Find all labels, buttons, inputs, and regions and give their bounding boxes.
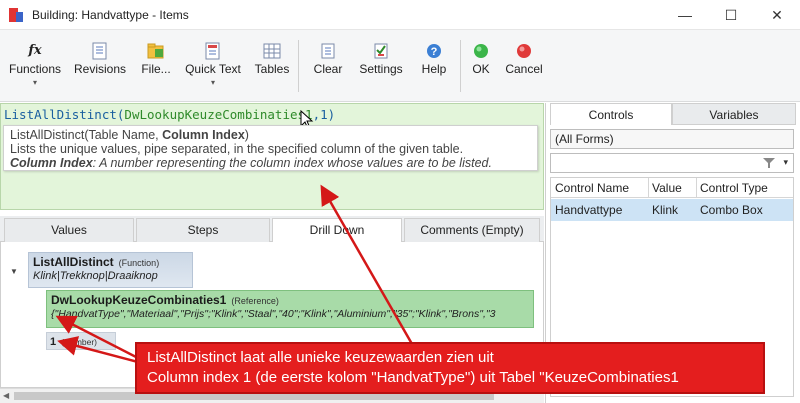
tooltip-param-desc: : A number representing the column index… (92, 156, 492, 170)
column-control-name[interactable]: Control Name (555, 181, 629, 195)
quick-text-dropdown-icon: ▾ (210, 78, 215, 87)
help-icon: ? (424, 42, 444, 60)
ok-button[interactable]: OK (466, 38, 496, 98)
number-node-value: 1 (50, 336, 57, 348)
column-value[interactable]: Value (652, 181, 682, 195)
tab-steps[interactable]: Steps (136, 218, 270, 242)
tab-comments[interactable]: Comments (Empty) (404, 218, 540, 242)
tables-button[interactable]: Tables (252, 38, 292, 98)
row-value: Klink (652, 203, 679, 217)
expression-argument: DwLookupKeuzeCombinaties1 (124, 107, 313, 122)
window-title: Building: Handvattype - Items (32, 8, 189, 22)
tooltip-sig-func: ListAllDistinct(Table Name, (10, 128, 163, 142)
revisions-icon (90, 42, 110, 60)
tooltip-description: Lists the unique values, pipe separated,… (10, 142, 464, 156)
filter-icon[interactable] (763, 157, 775, 172)
function-node-type: (Function) (118, 258, 160, 268)
app-icon (9, 8, 23, 22)
revisions-label: Revisions (73, 62, 127, 76)
number-node[interactable]: 1 (Number) (46, 332, 116, 350)
function-node-title: ListAllDistinct (33, 255, 114, 269)
tab-variables[interactable]: Variables (672, 103, 796, 125)
collapse-icon[interactable]: ▼ (10, 267, 18, 276)
annotation-line-2: Column index 1 (de eerste kolom "Handvat… (147, 369, 679, 386)
cancel-label: Cancel (505, 62, 543, 76)
number-node-type: (Number) (61, 337, 98, 347)
bottom-tabstrip: Values Steps Drill Down Comments (Empty) (0, 216, 544, 243)
functions-label: Functions (8, 62, 62, 76)
settings-icon (371, 42, 391, 60)
scroll-left-icon[interactable]: ◀ (3, 391, 9, 400)
tooltip-signature: ListAllDistinct(Table Name, Column Index… (10, 128, 531, 142)
help-label: Help (421, 62, 447, 76)
tooltip-param: Column Index: A number representing the … (10, 156, 531, 170)
tab-drill-down[interactable]: Drill Down (272, 218, 402, 243)
functions-dropdown-icon: ▾ (32, 78, 37, 87)
tab-values[interactable]: Values (4, 218, 134, 242)
grid-header: Control Name Value Control Type (551, 178, 793, 198)
tables-icon (262, 42, 282, 60)
function-node[interactable]: ListAllDistinct (Function) Klink|Trekknop… (28, 252, 193, 288)
filter-dropdown-icon[interactable]: ▾ (783, 157, 788, 168)
reference-node-value: {"HandvatType","Materiaal","Prijs";"Klin… (51, 308, 496, 320)
reference-node-title: DwLookupKeuzeCombinaties1 (51, 293, 227, 307)
tab-controls[interactable]: Controls (550, 103, 672, 125)
ok-icon (471, 42, 491, 60)
function-tooltip: ListAllDistinct(Table Name, Column Index… (3, 125, 538, 171)
cancel-icon (514, 42, 534, 60)
reference-node[interactable]: DwLookupKeuzeCombinaties1 (Reference) {"H… (46, 290, 534, 328)
cancel-button[interactable]: Cancel (502, 38, 546, 98)
help-button[interactable]: ? Help (414, 38, 454, 98)
fx-icon: fx (28, 43, 42, 58)
annotation-line-1: ListAllDistinct laat alle unieke keuzewa… (147, 349, 494, 366)
table-row[interactable]: Handvattype Klink Combo Box (551, 199, 793, 221)
tables-label: Tables (254, 62, 290, 76)
tooltip-param-name: Column Index (10, 156, 93, 170)
title-bar: Building: Handvattype - Items — ☐ ✕ (0, 0, 800, 30)
functions-button[interactable]: fx Functions ▾ (4, 38, 66, 98)
expression-rest: ,1) (312, 107, 336, 122)
svg-text:?: ? (431, 46, 438, 58)
revisions-button[interactable]: Revisions (72, 38, 128, 98)
minimize-button[interactable]: — (662, 0, 708, 30)
ribbon-separator (298, 40, 299, 92)
column-divider (696, 178, 697, 198)
settings-label: Settings (359, 62, 403, 76)
close-button[interactable]: ✕ (754, 0, 800, 30)
clear-label: Clear (313, 62, 343, 76)
forms-select[interactable]: (All Forms) (550, 129, 794, 149)
tooltip-sig-param: Column Index (162, 128, 245, 142)
quick-text-label: Quick Text (185, 62, 241, 76)
clear-button[interactable]: Clear (308, 38, 348, 98)
reference-node-type: (Reference) (231, 296, 279, 306)
clear-icon (318, 42, 338, 60)
row-control-name: Handvattype (555, 203, 623, 217)
column-control-type[interactable]: Control Type (700, 181, 768, 195)
row-control-type: Combo Box (700, 203, 763, 217)
file-label: File... (141, 62, 171, 76)
expression-function: ListAllDistinct( (4, 107, 125, 122)
quick-text-button[interactable]: Quick Text ▾ (184, 38, 242, 98)
tooltip-sig-end: ) (244, 128, 249, 142)
ok-label: OK (472, 62, 490, 76)
function-node-value: Klink|Trekknop|Draaiknop (33, 270, 158, 282)
filter-input[interactable]: ▾ (550, 153, 794, 173)
column-divider (648, 178, 649, 198)
file-button[interactable]: File... (136, 38, 176, 98)
annotation-callout: ListAllDistinct laat alle unieke keuzewa… (135, 342, 765, 394)
expression-text[interactable]: ListAllDistinct(DwLookupKeuzeCombinaties… (4, 107, 335, 122)
ribbon-separator (460, 40, 461, 92)
toolbar-ribbon: fx Functions ▾ Revisions File... Quick T… (0, 30, 800, 102)
maximize-button[interactable]: ☐ (708, 0, 754, 30)
quick-text-icon (203, 42, 223, 60)
settings-button[interactable]: Settings (356, 38, 406, 98)
file-icon (146, 42, 166, 60)
